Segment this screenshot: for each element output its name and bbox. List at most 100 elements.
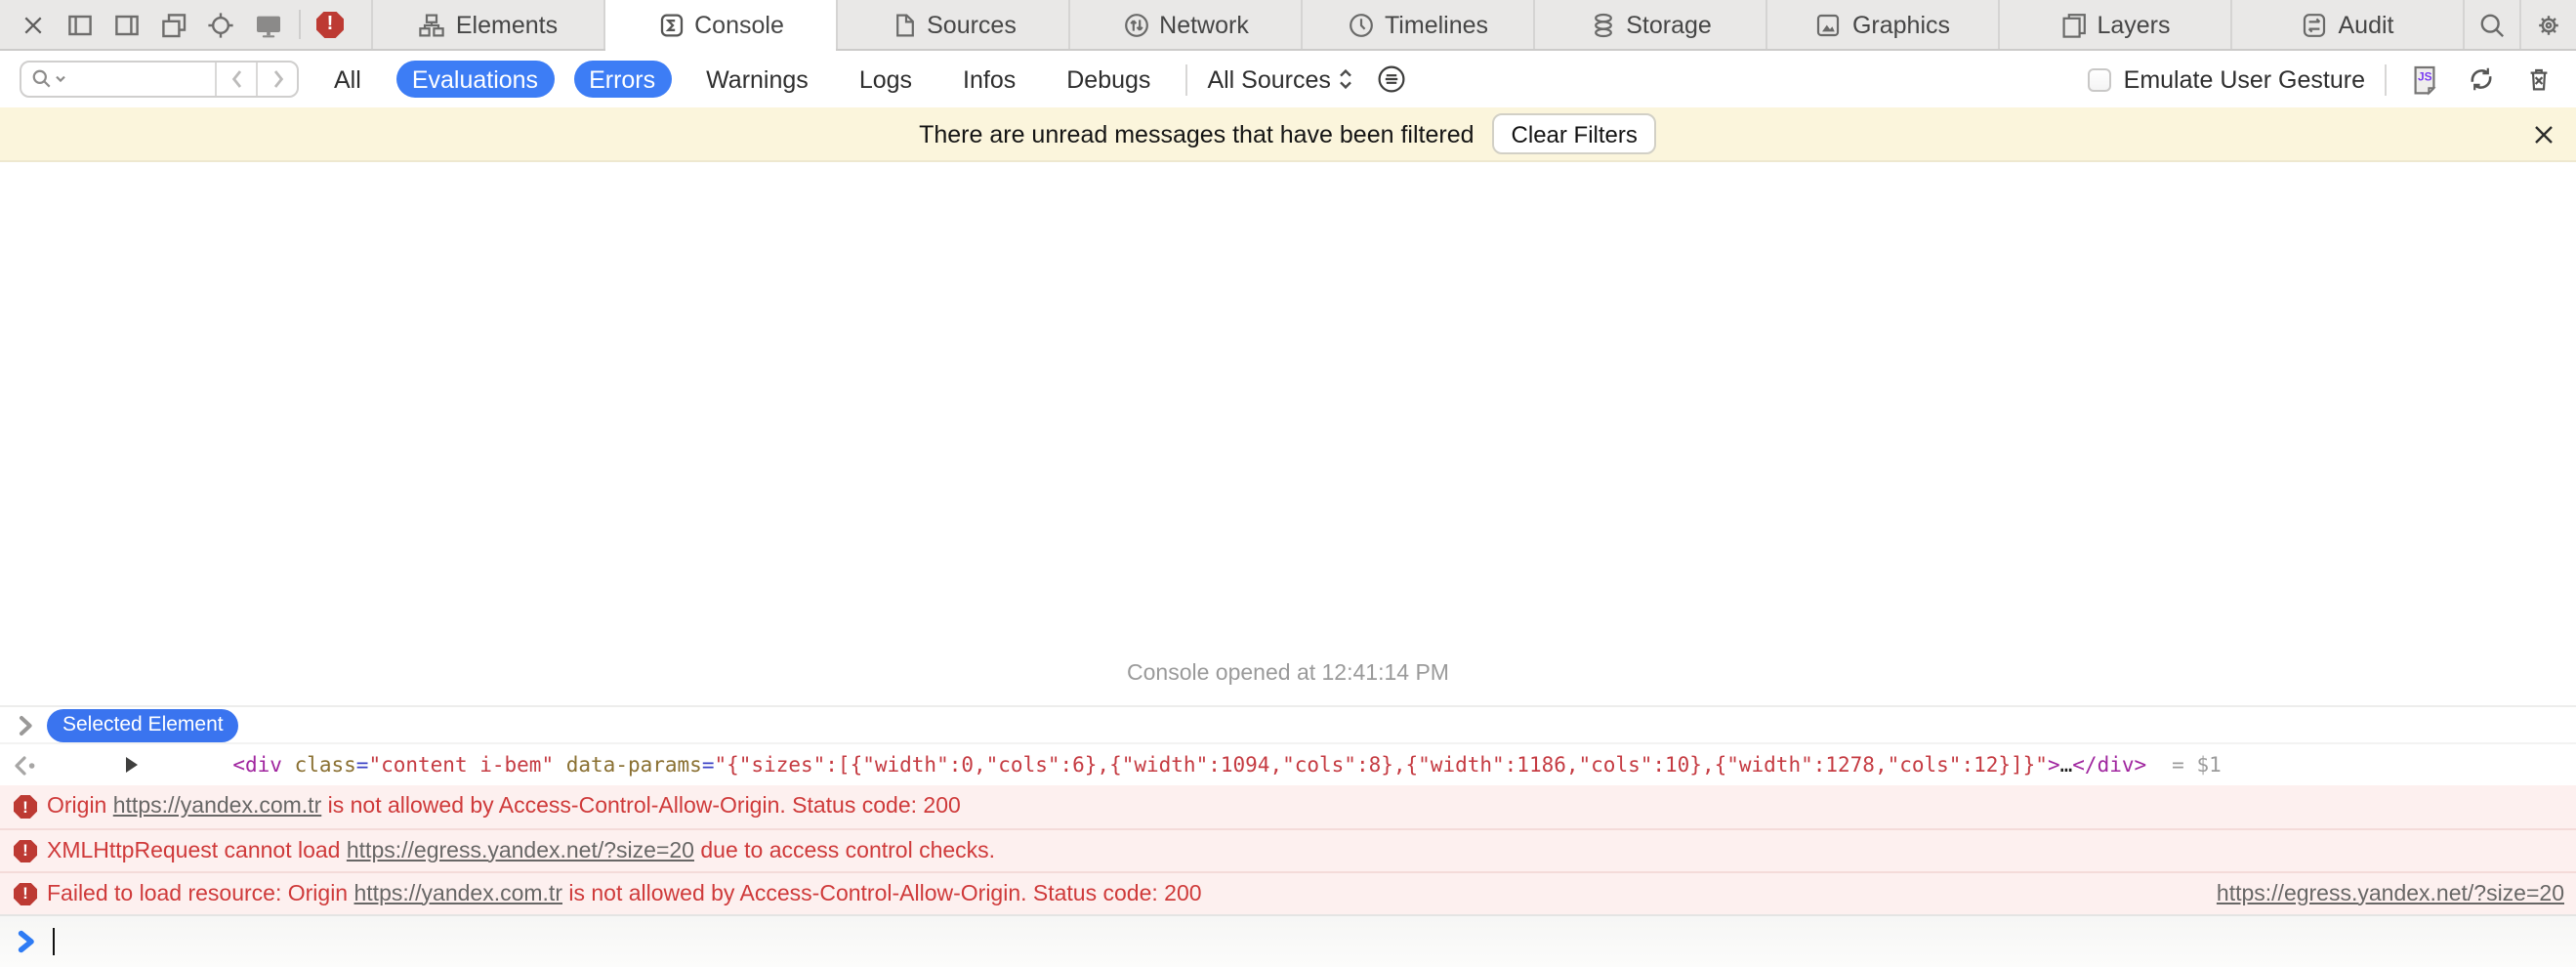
error-origin-link[interactable]: https://egress.yandex.net/?size=20 [347, 839, 694, 862]
sources-select[interactable]: All Sources [1207, 65, 1353, 93]
scope-all[interactable]: All [318, 61, 377, 98]
error-origin-link[interactable]: https://yandex.com.tr [354, 882, 563, 905]
sources-select-chevrons-icon [1339, 68, 1354, 90]
next-result-icon[interactable] [256, 63, 297, 96]
error-text: XMLHttpRequest cannot load https://egres… [47, 839, 995, 862]
tab-label: Sources [927, 11, 1017, 38]
filter-bar: All Evaluations Errors Warnings Logs Inf… [0, 51, 2576, 107]
prompt-chevron-icon [18, 930, 35, 953]
web-inspector-window: ! Elements Console Sources Network [0, 0, 2576, 967]
error-text-part: Failed to load resource: Origin [47, 882, 354, 905]
network-icon [1122, 11, 1149, 38]
search-group [20, 61, 299, 98]
saved-result-ref: = $1 [2172, 753, 2222, 777]
error-badge-icon[interactable]: ! [316, 11, 344, 38]
error-text-part: is not allowed by Access-Control-Allow-O… [562, 882, 1202, 905]
emulate-user-gesture-checkbox[interactable] [2089, 67, 2112, 91]
tab-bar: ! Elements Console Sources Network [0, 0, 2576, 51]
tab-timelines[interactable]: Timelines [1301, 0, 1533, 49]
tab-label: Network [1159, 11, 1249, 38]
code-token: = [356, 753, 369, 777]
storage-icon [1589, 11, 1616, 38]
tab-audit[interactable]: Audit [2230, 0, 2463, 49]
console-error-row: ! XMLHttpRequest cannot load https://egr… [0, 828, 2576, 871]
prev-result-icon[interactable] [215, 63, 256, 96]
device-icon[interactable] [252, 9, 283, 40]
code-token: = [702, 753, 715, 777]
emulate-user-gesture[interactable]: Emulate User Gesture [2089, 65, 2365, 93]
search-field[interactable] [21, 63, 215, 96]
tab-label: Audit [2339, 11, 2394, 38]
dock-right-icon[interactable] [111, 9, 143, 40]
scope-debugs[interactable]: Debugs [1051, 61, 1166, 98]
tab-storage[interactable]: Storage [1533, 0, 1766, 49]
selected-element-row[interactable]: Selected Element [0, 705, 2576, 742]
elements-icon [419, 11, 446, 38]
error-text: Origin https://yandex.com.tr is not allo… [47, 795, 961, 819]
filter-banner: There are unread messages that have been… [0, 107, 2576, 162]
scope-infos[interactable]: Infos [947, 61, 1031, 98]
code-token: <div [232, 753, 282, 777]
clear-filters-button[interactable]: Clear Filters [1492, 113, 1657, 154]
console-messages: Console opened at 12:41:14 PM Selected E… [0, 162, 2576, 914]
console-menu-icon[interactable] [1374, 61, 1411, 98]
tab-elements[interactable]: Elements [371, 0, 603, 49]
filter-separator [2385, 63, 2387, 95]
tab-console[interactable]: Console [603, 0, 836, 49]
banner-close-icon[interactable] [2533, 123, 2555, 145]
text-cursor [53, 928, 55, 955]
selected-element-code-row[interactable]: <div class="content i-bem" data-params="… [0, 742, 2576, 785]
tab-network[interactable]: Network [1068, 0, 1301, 49]
error-text-part: is not allowed by Access-Control-Allow-O… [321, 795, 961, 819]
tab-layers[interactable]: Layers [1998, 0, 2230, 49]
filter-separator [1185, 63, 1187, 95]
scope-evaluations[interactable]: Evaluations [396, 61, 554, 98]
code-token: "content i-bem" [368, 753, 554, 777]
error-icon: ! [14, 882, 37, 905]
search-icon[interactable] [2463, 0, 2519, 49]
tab-graphics[interactable]: Graphics [1766, 0, 1998, 49]
banner-message: There are unread messages that have been… [919, 120, 1474, 147]
tab-label: Graphics [1852, 11, 1950, 38]
code-token: … [2060, 753, 2073, 777]
tab-bar-right-icons [2463, 0, 2576, 49]
error-text-part: Origin [47, 795, 113, 819]
detach-icon[interactable] [158, 9, 189, 40]
graphics-icon [1815, 11, 1843, 38]
dock-left-icon[interactable] [64, 9, 96, 40]
scope-errors[interactable]: Errors [573, 61, 671, 98]
search-input[interactable] [68, 67, 209, 91]
code-token: data-params [566, 753, 702, 777]
scope-logs[interactable]: Logs [844, 61, 928, 98]
refresh-icon[interactable] [2463, 61, 2500, 98]
clear-console-icon[interactable] [2519, 61, 2556, 98]
search-magnifier-icon [31, 68, 53, 90]
close-icon[interactable] [18, 9, 49, 40]
toolbar-separator [299, 10, 301, 39]
console-prompt[interactable] [0, 914, 2576, 967]
inspector-toolbar: ! [0, 0, 371, 49]
gear-icon[interactable] [2519, 0, 2576, 49]
code-token: "{"sizes":[{"width":0,"cols":6},{"width"… [715, 753, 2048, 777]
inspect-target-icon[interactable] [205, 9, 236, 40]
js-context-icon[interactable]: JS [2406, 61, 2443, 98]
tab-label: Timelines [1385, 11, 1488, 38]
sources-icon [890, 11, 917, 38]
error-icon: ! [14, 795, 37, 819]
scope-warnings[interactable]: Warnings [690, 61, 824, 98]
search-options-chevron-icon[interactable] [55, 74, 66, 84]
tab-label: Storage [1626, 11, 1712, 38]
error-resource-link[interactable]: https://egress.yandex.net/?size=20 [2217, 882, 2564, 905]
layers-icon [2059, 11, 2087, 38]
sources-select-label: All Sources [1207, 65, 1330, 93]
console-icon [657, 11, 685, 38]
code-token: </div> [2072, 753, 2146, 777]
code-token [282, 753, 295, 777]
tab-sources[interactable]: Sources [836, 0, 1068, 49]
error-origin-link[interactable]: https://yandex.com.tr [113, 795, 322, 819]
tab-label: Console [694, 11, 784, 38]
console-opened-text: Console opened at 12:41:14 PM [0, 662, 2576, 705]
console-error-row: ! Failed to load resource: Origin https:… [0, 871, 2576, 914]
audit-icon [2302, 11, 2329, 38]
element-outerhtml: <div class="content i-bem" data-params="… [232, 753, 2146, 777]
